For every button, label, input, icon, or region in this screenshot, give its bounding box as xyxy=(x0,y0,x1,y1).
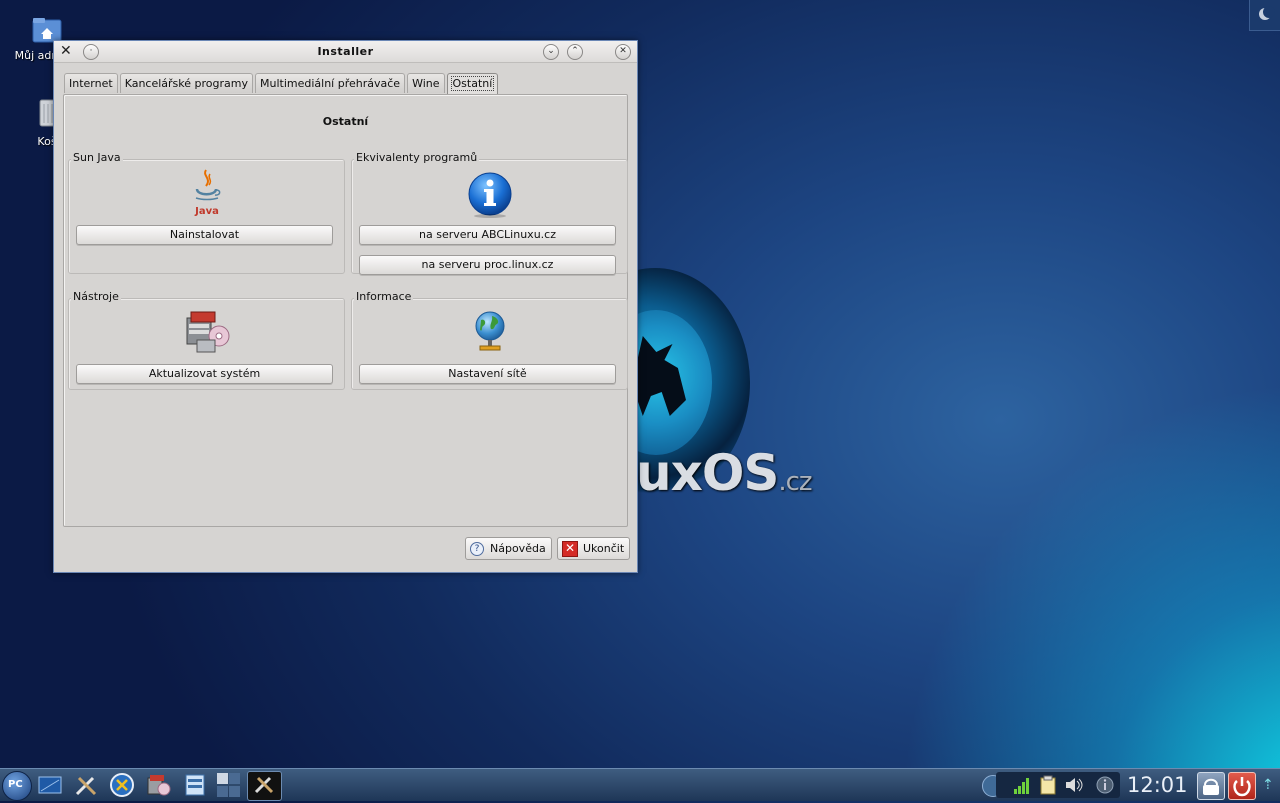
minimize-button[interactable]: ⌄ xyxy=(543,44,559,60)
tab-other[interactable]: Ostatní xyxy=(446,73,499,94)
taskbar-installer-window[interactable] xyxy=(247,771,282,801)
desktop-corner-button[interactable] xyxy=(1249,0,1280,31)
system-tray xyxy=(996,772,1120,798)
tab-internet[interactable]: Internet xyxy=(64,73,118,93)
start-menu-button[interactable]: PC xyxy=(2,771,32,801)
group-program-equivalents-title: Ekvivalenty programů xyxy=(354,151,480,164)
file-manager-icon[interactable] xyxy=(182,772,208,798)
svg-text:Java: Java xyxy=(194,206,219,217)
lock-screen-icon[interactable] xyxy=(1197,772,1225,800)
wallpaper-logo-text: uxOS.cz xyxy=(636,444,813,502)
tab-bar: Internet Kancelářské programy Multimediá… xyxy=(64,73,500,94)
show-desktop-icon[interactable] xyxy=(37,772,63,798)
quit-button-label: Ukončit xyxy=(583,542,625,555)
network-globe-icon xyxy=(352,310,627,357)
help-button-label: Nápověda xyxy=(490,542,546,555)
install-java-button[interactable]: Nainstalovat xyxy=(76,225,333,245)
virtual-desktops-icon[interactable] xyxy=(216,772,242,798)
tab-multimedia-label: Multimediální přehrávače xyxy=(260,77,401,90)
quit-button[interactable]: ✕ Ukončit xyxy=(557,537,631,560)
taskbar: PC 12:01 ⇡ xyxy=(0,768,1280,801)
clipboard-icon[interactable] xyxy=(1038,775,1058,795)
help-icon: ? xyxy=(470,541,484,556)
group-program-equivalents: Ekvivalenty programů na serveru ABCLinux… xyxy=(351,151,628,275)
power-icon[interactable] xyxy=(1228,772,1256,800)
volume-icon[interactable] xyxy=(1064,776,1084,794)
network-settings-button[interactable]: Nastavení sítě xyxy=(359,364,616,384)
abclinuxu-button[interactable]: na serveru ABCLinuxu.cz xyxy=(359,225,616,245)
signal-strength-icon[interactable] xyxy=(1014,776,1032,794)
tab-office-label: Kancelářské programy xyxy=(124,77,248,90)
clock[interactable]: 12:01 xyxy=(1127,773,1188,797)
group-sun-java-title: Sun Java xyxy=(71,151,123,164)
group-information: Informace Nastavení sítě xyxy=(351,290,628,390)
start-menu-label: PC xyxy=(8,779,23,790)
group-information-title: Informace xyxy=(354,290,414,303)
tab-internet-label: Internet xyxy=(69,77,113,90)
tab-panel: Ostatní Sun Java Java Nainstalovat Ekviv… xyxy=(63,94,628,527)
group-tools: Nástroje Aktualizovat systém xyxy=(68,290,345,390)
quit-icon: ✕ xyxy=(562,540,578,557)
panel-arrow-icon[interactable]: ⇡ xyxy=(1262,777,1274,793)
tab-wine-label: Wine xyxy=(412,77,440,90)
info-icon xyxy=(352,172,627,221)
control-center-icon[interactable] xyxy=(109,772,135,798)
package-manager-taskbar-icon[interactable] xyxy=(145,772,171,798)
window-titlebar[interactable]: ✕ · Installer ⌄ ⌃ ✕ xyxy=(54,41,637,63)
tab-wine[interactable]: Wine xyxy=(407,73,445,93)
info-tray-icon[interactable] xyxy=(1096,776,1114,794)
close-window-button[interactable]: ✕ xyxy=(615,44,631,60)
moon-icon xyxy=(1259,6,1275,20)
package-manager-icon xyxy=(69,308,344,357)
tab-other-label: Ostatní xyxy=(450,76,495,91)
installer-window: ✕ · Installer ⌄ ⌃ ✕ Internet Kancelářské… xyxy=(53,40,638,573)
proc-linux-button[interactable]: na serveru proc.linux.cz xyxy=(359,255,616,275)
help-button[interactable]: ? Nápověda xyxy=(465,537,552,560)
tab-office[interactable]: Kancelářské programy xyxy=(119,73,253,93)
java-icon: Java xyxy=(69,168,344,221)
tab-multimedia[interactable]: Multimediální přehrávače xyxy=(255,73,406,93)
panel-title: Ostatní xyxy=(322,115,369,128)
wallpaper-glow xyxy=(900,380,1280,800)
maximize-button[interactable]: ⌃ xyxy=(567,44,583,60)
update-system-button[interactable]: Aktualizovat systém xyxy=(76,364,333,384)
group-sun-java: Sun Java Java Nainstalovat xyxy=(68,151,345,274)
settings-tools-icon[interactable] xyxy=(73,772,99,798)
group-tools-title: Nástroje xyxy=(71,290,121,303)
